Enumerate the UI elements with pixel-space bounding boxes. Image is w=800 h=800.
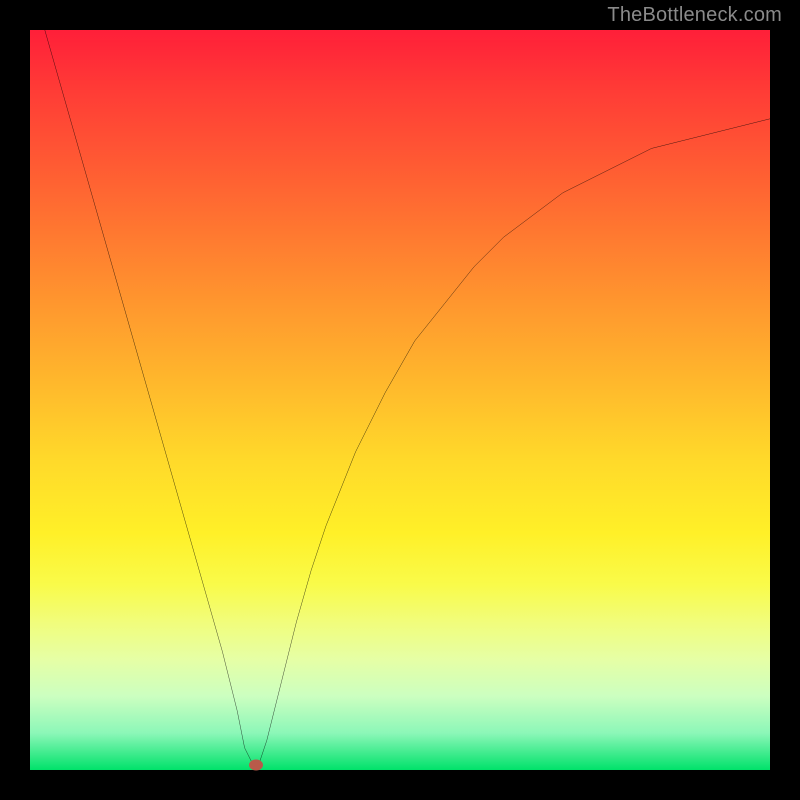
minimum-marker: [249, 759, 263, 770]
watermark-text: TheBottleneck.com: [607, 4, 782, 27]
chart-frame: TheBottleneck.com: [0, 0, 800, 800]
plot-area: [30, 30, 770, 770]
curve-svg: [30, 30, 770, 770]
bottleneck-curve-path: [45, 30, 770, 763]
